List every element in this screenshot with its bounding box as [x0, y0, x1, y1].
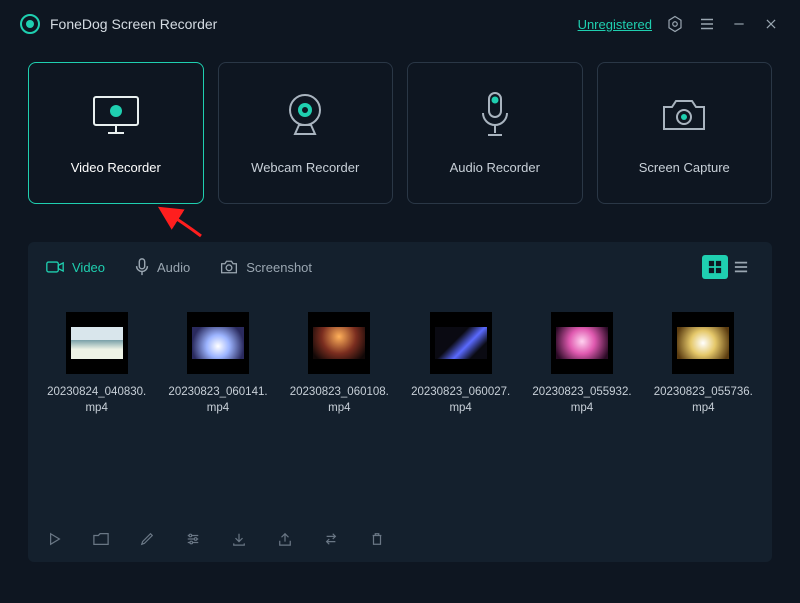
mode-label: Audio Recorder: [450, 160, 540, 175]
convert-icon[interactable]: [322, 530, 340, 548]
close-icon[interactable]: [762, 15, 780, 33]
file-name: 20230823_060141.mp4: [167, 384, 268, 416]
thumbnail: [551, 312, 613, 374]
menu-icon[interactable]: [698, 15, 716, 33]
file-name: 20230823_055736.mp4: [653, 384, 754, 416]
lib-tab-label: Audio: [157, 260, 190, 275]
mode-label: Webcam Recorder: [251, 160, 359, 175]
titlebar: FoneDog Screen Recorder Unregistered: [0, 0, 800, 48]
file-name: 20230823_060027.mp4: [410, 384, 511, 416]
share-icon[interactable]: [276, 530, 294, 548]
mode-label: Screen Capture: [639, 160, 730, 175]
mode-audio-recorder[interactable]: Audio Recorder: [407, 62, 583, 204]
microphone-icon: [477, 92, 513, 138]
trash-icon[interactable]: [368, 530, 386, 548]
app-logo: FoneDog Screen Recorder: [20, 14, 217, 34]
mode-screen-capture[interactable]: Screen Capture: [597, 62, 773, 204]
mode-video-recorder[interactable]: Video Recorder: [28, 62, 204, 204]
file-name: 20230823_055932.mp4: [531, 384, 632, 416]
file-item[interactable]: 20230823_060108.mp4: [289, 312, 390, 416]
view-grid-icon[interactable]: [702, 255, 728, 279]
file-item[interactable]: 20230823_060027.mp4: [410, 312, 511, 416]
library-panel: Video Audio Screenshot 20230824_040830.m…: [28, 242, 772, 562]
mode-webcam-recorder[interactable]: Webcam Recorder: [218, 62, 394, 204]
thumbnail: [187, 312, 249, 374]
file-item[interactable]: 20230823_055932.mp4: [531, 312, 632, 416]
mode-label: Video Recorder: [71, 160, 161, 175]
tab-audio[interactable]: Audio: [135, 258, 190, 276]
lib-tab-label: Video: [72, 260, 105, 275]
folder-icon[interactable]: [92, 530, 110, 548]
file-item[interactable]: 20230824_040830.mp4: [46, 312, 147, 416]
file-item[interactable]: 20230823_055736.mp4: [653, 312, 754, 416]
annotation-arrow-icon: [155, 206, 205, 240]
file-name: 20230824_040830.mp4: [46, 384, 147, 416]
lib-tab-label: Screenshot: [246, 260, 312, 275]
monitor-icon: [88, 92, 144, 138]
sliders-icon[interactable]: [184, 530, 202, 548]
app-title: FoneDog Screen Recorder: [50, 16, 217, 32]
thumbnail: [672, 312, 734, 374]
thumbnail: [308, 312, 370, 374]
settings-icon[interactable]: [666, 15, 684, 33]
thumbnail: [66, 312, 128, 374]
library-toolbar: [46, 516, 754, 548]
library-tabs: Video Audio Screenshot: [46, 242, 754, 292]
file-grid: 20230824_040830.mp4 20230823_060141.mp4 …: [46, 292, 754, 516]
minimize-icon[interactable]: [730, 15, 748, 33]
play-icon[interactable]: [46, 530, 64, 548]
logo-icon: [20, 14, 40, 34]
webcam-icon: [281, 92, 329, 138]
file-item[interactable]: 20230823_060141.mp4: [167, 312, 268, 416]
thumbnail: [430, 312, 492, 374]
tab-video[interactable]: Video: [46, 260, 105, 275]
unregistered-link[interactable]: Unregistered: [578, 17, 652, 32]
view-list-icon[interactable]: [728, 255, 754, 279]
file-name: 20230823_060108.mp4: [289, 384, 390, 416]
tab-screenshot[interactable]: Screenshot: [220, 259, 312, 275]
download-icon[interactable]: [230, 530, 248, 548]
camera-icon: [658, 92, 710, 138]
mode-selector: Video Recorder Webcam Recorder Audio Rec…: [0, 48, 800, 204]
edit-icon[interactable]: [138, 530, 156, 548]
